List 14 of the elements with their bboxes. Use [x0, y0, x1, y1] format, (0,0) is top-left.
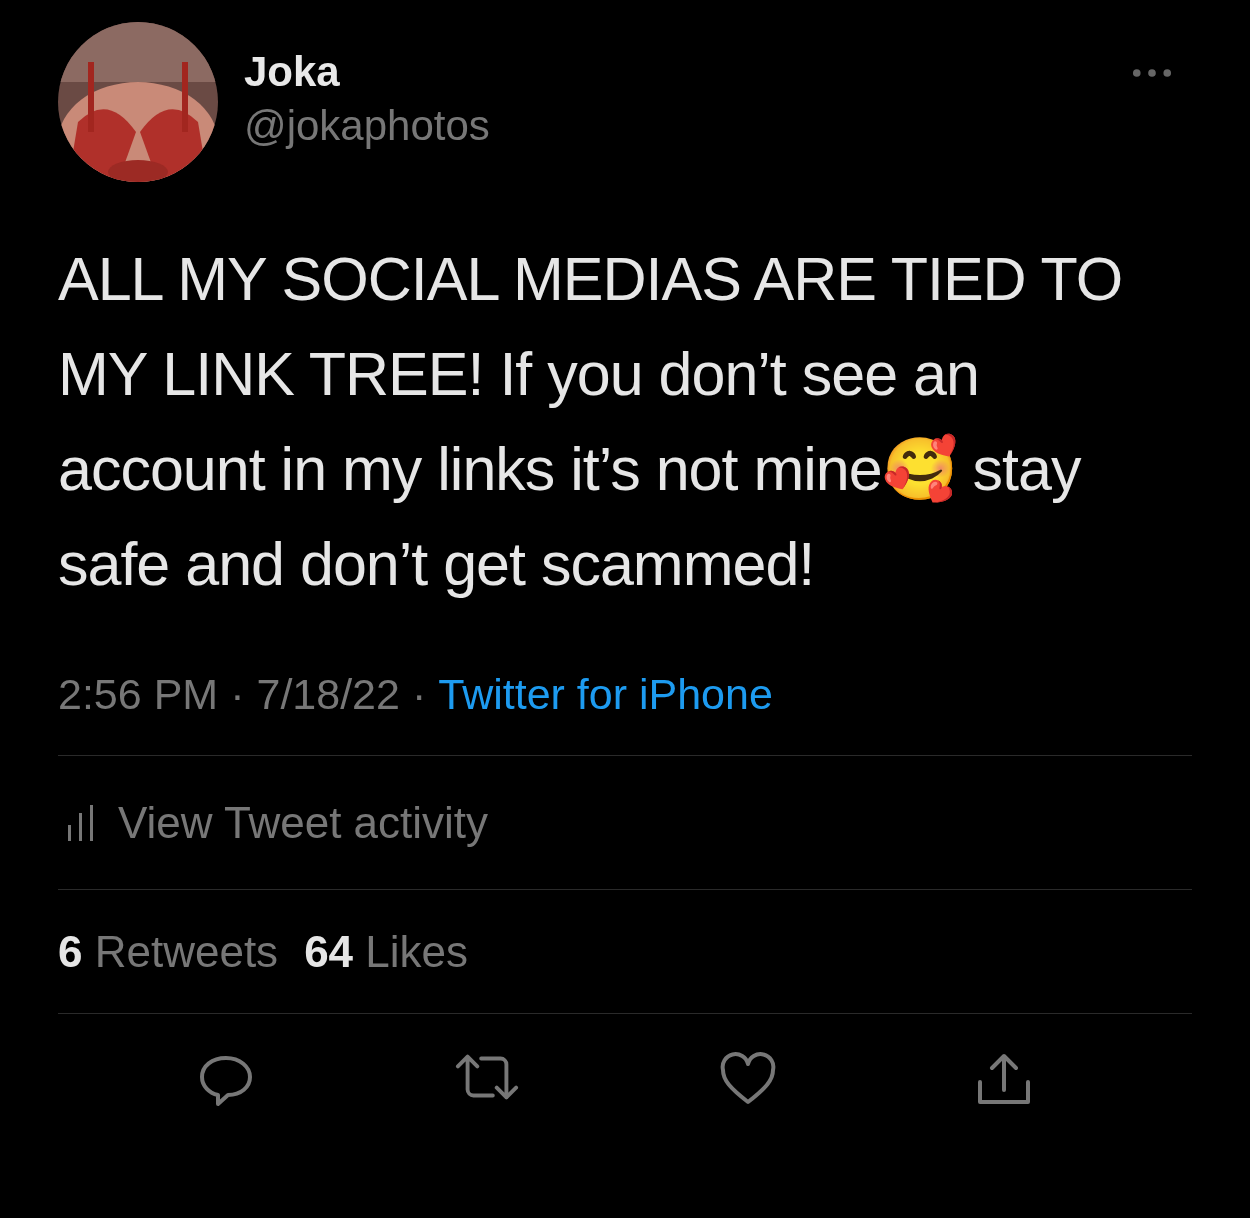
source-link[interactable]: Twitter for iPhone: [438, 670, 773, 719]
separator-dot: ·: [411, 670, 427, 719]
author-name: Joka: [244, 48, 341, 96]
tweet-activity-link[interactable]: View Tweet activity: [118, 797, 489, 848]
retweet-icon[interactable]: [454, 1052, 520, 1102]
stat-count[interactable]: 6 Retweets: [58, 926, 279, 977]
more-icon[interactable]: [1132, 68, 1172, 78]
stat-count[interactable]: 64 Likes: [304, 926, 469, 977]
tweet-date: 7/18/22: [256, 670, 400, 719]
separator-dot: ·: [230, 670, 245, 719]
tweet-text: ALL MY SOCIAL MEDIAS ARE TIED TO MY LINK TREE! If you don’t see an account in my links it’s not mine🥰 stay safe and don’t get scammed!: [58, 244, 1124, 600]
bar-chart-icon: [68, 804, 94, 841]
tweet-time: 2:56 PM: [58, 670, 219, 719]
author-handle: @jokaphotos: [244, 102, 491, 150]
